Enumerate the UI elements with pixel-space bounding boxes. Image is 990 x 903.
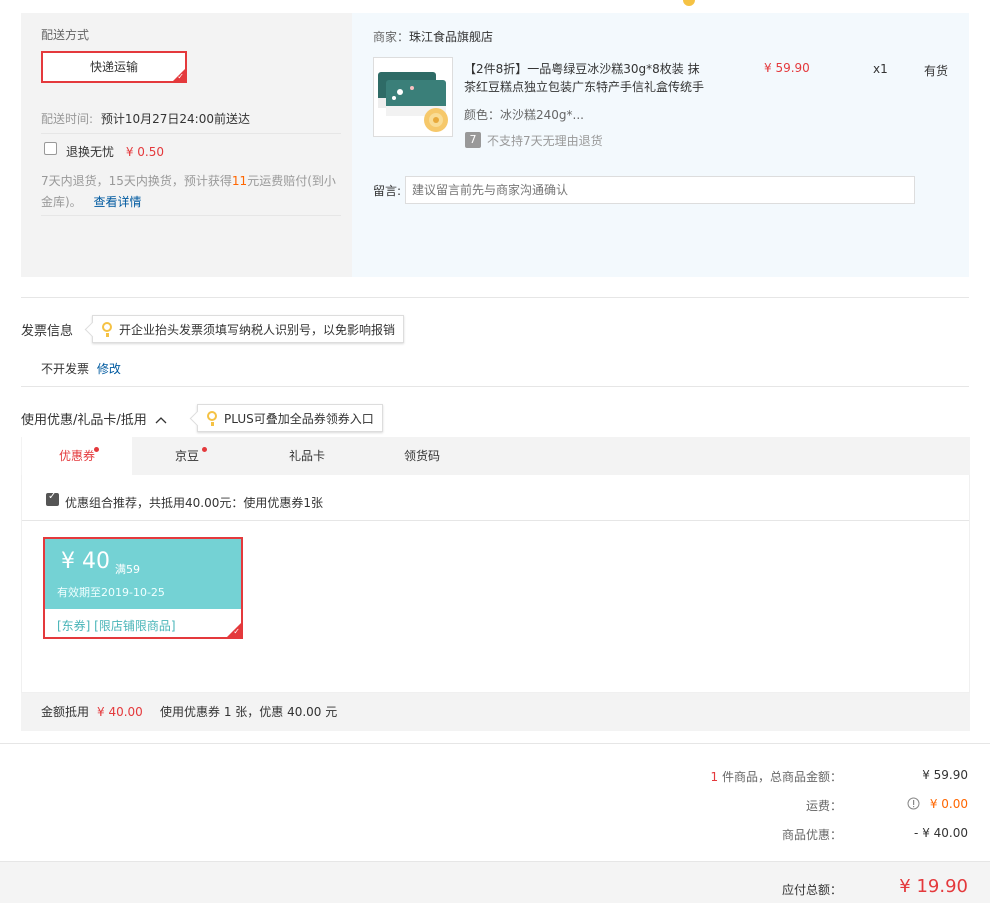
tab-jingdou[interactable]: 京豆: [132, 437, 242, 475]
divider: [21, 386, 969, 387]
insurance-details-link[interactable]: 查看详情: [94, 195, 142, 209]
seller-info: 商家：珠江食品旗舰店: [373, 28, 493, 45]
product-color: 颜色：冰沙糕240g*...: [464, 108, 584, 122]
tab-gift-card[interactable]: 礼品卡: [252, 437, 362, 475]
coupon-condition: 满59: [115, 563, 140, 576]
invoice-tip: 开企业抬头发票须填写纳税人识别号，以免影响报销: [92, 315, 405, 343]
top-strip: [0, 0, 990, 6]
insurance-desc-number: 11: [231, 174, 248, 188]
coupon-card[interactable]: ¥ 40 满59 有效期至2019-10-25 [东券] [限店铺限商品] ✓: [43, 537, 243, 639]
tab-label: 礼品卡: [288, 449, 325, 463]
divider: [0, 743, 990, 744]
coupon-summary: 金额抵用 ¥ 40.00 使用优惠券 1 张，优惠 40.00 元: [21, 693, 970, 731]
selected-check-icon: ✓: [173, 69, 185, 81]
tab-label: 领货码: [403, 449, 440, 463]
product-quantity: x1: [873, 62, 888, 76]
delivery-time-value: 预计10月27日24:00前送达: [100, 112, 250, 126]
tab-label: 优惠券: [58, 449, 95, 463]
new-dot-icon: [94, 447, 99, 452]
payable-label: 应付总额：: [781, 883, 842, 897]
invoice-status: 不开发票 修改: [41, 360, 121, 377]
summary-amount: ¥ 40.00: [97, 705, 143, 719]
insurance-option: 退换无忧 ¥ 0.50: [66, 143, 164, 160]
discount-value: - ¥ 40.00: [914, 826, 968, 840]
summary-label: 金额抵用: [41, 705, 90, 719]
coupon-amount: ¥ 40: [61, 549, 110, 574]
product-price: ¥ 59.90: [764, 61, 810, 75]
info-circle-icon[interactable]: [907, 797, 920, 810]
invoice-title: 发票信息: [21, 324, 74, 339]
info-icon: [683, 0, 695, 6]
tab-redeem-code[interactable]: 领货码: [367, 437, 477, 475]
coupon-tabs: 优惠券 京豆 礼品卡 领货码: [21, 437, 970, 475]
goods-total-value: ¥ 59.90: [922, 768, 968, 782]
lightbulb-icon: [207, 411, 217, 426]
invoice-tip-text: 开企业抬头发票须填写纳税人识别号，以免影响报销: [119, 323, 396, 337]
coupon-tags: [东券] [限店铺限商品]: [57, 619, 176, 633]
insurance-desc-text: 7天内退货，15天内换货，预计获得: [41, 174, 232, 188]
delivery-time-label: 配送时间:: [41, 112, 94, 126]
product-thumbnail[interactable]: [373, 57, 453, 137]
new-dot-icon: [202, 447, 207, 452]
remark-label: 留言:: [373, 184, 402, 198]
product-image-icon: [374, 58, 452, 136]
selected-check-icon: ✓: [227, 623, 241, 637]
seller-name[interactable]: 珠江食品旗舰店: [409, 30, 493, 44]
coupon-section-toggle[interactable]: 使用优惠/礼品卡/抵用: [21, 409, 167, 428]
tab-coupons[interactable]: 优惠券: [22, 437, 132, 475]
lightbulb-icon: [102, 322, 112, 337]
chevron-up-icon: [155, 417, 167, 424]
divider: [22, 520, 969, 521]
shipping-method-button[interactable]: 快递运输 ✓: [41, 51, 187, 83]
product-stock: 有货: [924, 64, 949, 78]
product-title[interactable]: 【2件8折】一品粤绿豆冰沙糕30g*8枚装 抹 茶红豆糕点独立包装广东特产手信礼…: [464, 60, 724, 96]
recommend-checkbox[interactable]: [46, 491, 59, 506]
invoice-edit-link[interactable]: 修改: [97, 362, 121, 376]
shipping-fee-label: 运费：: [805, 799, 842, 813]
insurance-label: 退换无忧: [66, 145, 115, 159]
invoice-status-text: 不开发票: [41, 362, 90, 376]
product-title-line: 【2件8折】一品粤绿豆冰沙糕30g*8枚装 抹: [464, 62, 700, 76]
coupon-tip-text: PLUS可叠加全品券领券入口: [224, 412, 374, 426]
coupon-validity: 有效期至2019-10-25: [57, 586, 165, 599]
payable-value: ¥ 19.90: [899, 876, 968, 897]
divider: [21, 297, 969, 298]
recommend-text: 优惠组合推荐，共抵用40.00元：使用优惠券1张: [65, 496, 323, 510]
divider: [41, 133, 341, 134]
coupon-card-header: ¥ 40 满59 有效期至2019-10-25: [45, 539, 241, 609]
tab-label: 京豆: [174, 449, 199, 463]
product-title-line: 茶红豆糕点独立包装广东特产手信礼盒传统手: [464, 80, 705, 94]
product-panel: [352, 13, 969, 277]
goods-total-text: 件商品，总商品金额：: [718, 770, 842, 784]
remark-input[interactable]: [405, 176, 915, 204]
no-return-icon: 7: [465, 132, 481, 148]
insurance-checkbox[interactable]: [44, 142, 57, 155]
insurance-price: ¥ 0.50: [125, 145, 165, 159]
insurance-description: 7天内退货，15天内换货，预计获得11元运费赔付(到小 金库)。 查看详情: [41, 171, 341, 213]
goods-total-label: 1 件商品，总商品金额：: [711, 768, 842, 785]
discount-label: 商品优惠：: [781, 828, 842, 842]
shipping-method-label: 快递运输: [89, 60, 138, 74]
coupon-tip[interactable]: PLUS可叠加全品券领券入口: [197, 404, 383, 432]
seller-label: 商家：: [373, 30, 410, 44]
divider: [41, 215, 341, 216]
shipping-section-title: 配送方式: [41, 28, 90, 42]
insurance-desc-text: 元运费赔付(到小: [247, 174, 336, 188]
delivery-time: 配送时间: 预计10月27日24:00前送达: [41, 110, 250, 127]
insurance-desc-text: 金库)。: [41, 195, 82, 209]
shipping-fee-value: ¥ 0.00: [929, 797, 968, 811]
summary-desc: 使用优惠券 1 张，优惠 40.00 元: [160, 705, 338, 719]
coupon-section-title: 使用优惠/礼品卡/抵用: [21, 413, 147, 428]
return-note: 不支持7天无理由退货: [487, 134, 603, 148]
